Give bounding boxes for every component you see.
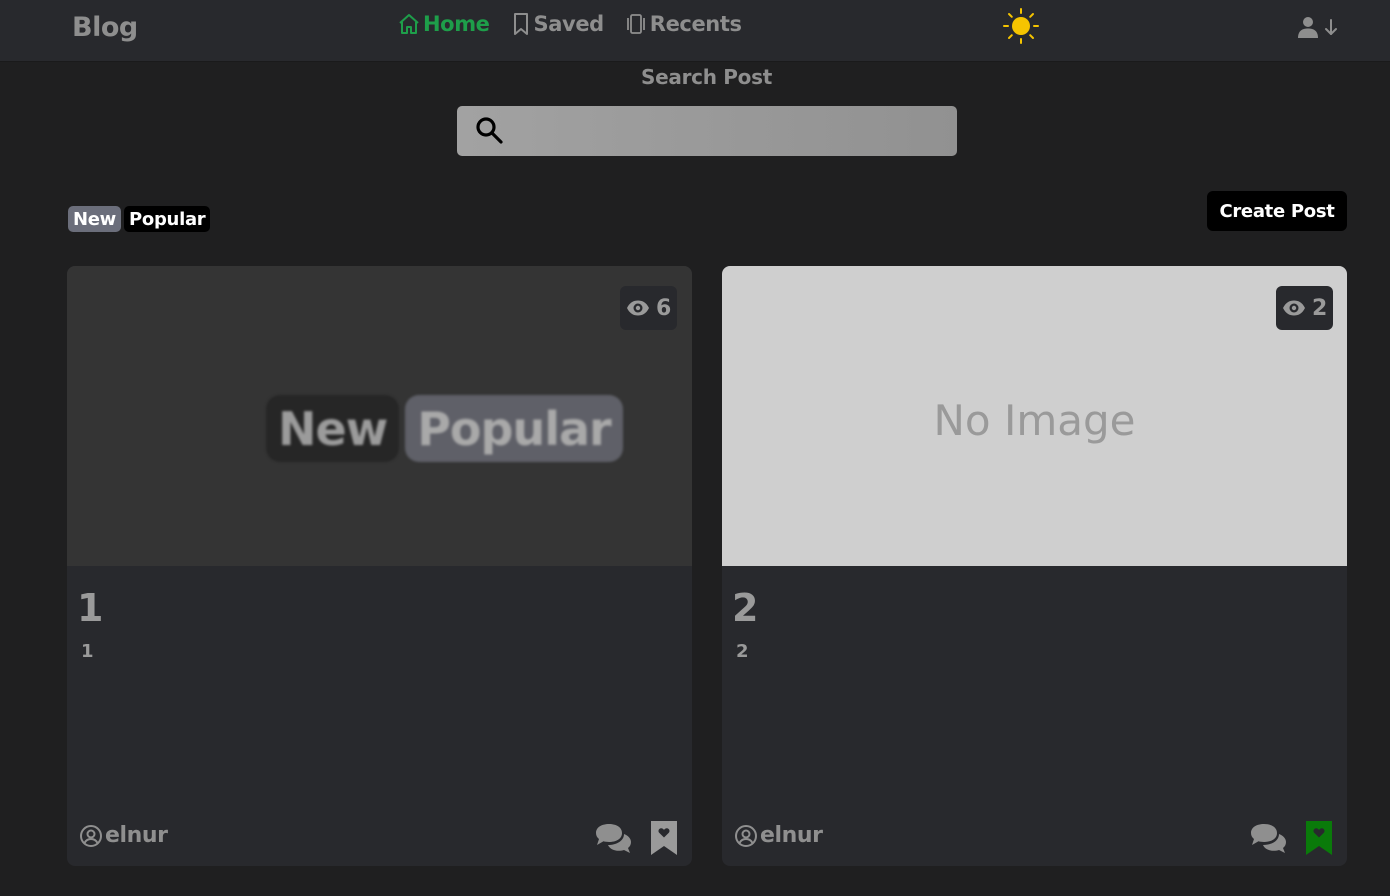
user-circle-icon [80,824,102,847]
comments-icon[interactable] [593,821,633,855]
post-image[interactable]: New Popular [67,266,692,566]
user-circle-icon [735,824,757,847]
nav-saved[interactable]: Saved [510,12,604,36]
post-card[interactable]: New Popular 6 1 1 elnur [67,266,692,866]
nav-recents-label: Recents [649,12,742,36]
user-icon [1298,17,1318,38]
view-count: 6 [656,295,672,321]
sun-icon [1003,8,1039,44]
post-actions [1248,819,1334,857]
nav-recents[interactable]: Recents [624,12,742,36]
nav-home-label: Home [423,12,490,36]
post-filters: New Popular [68,206,211,232]
search-box [457,106,957,156]
post-author[interactable]: elnur [79,823,168,848]
post-image-content: New Popular [266,395,623,462]
main-nav: Home Saved Recents [397,12,742,36]
post-author[interactable]: elnur [734,823,823,848]
comments-icon[interactable] [1248,821,1288,855]
search-icon[interactable] [473,114,507,148]
bookmark-icon [513,13,528,35]
view-count: 2 [1312,295,1328,321]
create-post-button[interactable]: Create Post [1207,191,1347,231]
arrow-down-icon [1325,19,1337,35]
no-image-placeholder: No Image [933,396,1136,445]
view-count-badge: 6 [620,286,678,330]
post-card[interactable]: No Image 2 2 2 elnur [722,266,1347,866]
post-author-name: elnur [760,823,823,848]
recents-icon [626,14,645,34]
search-label: Search Post [641,65,772,89]
bookmark-heart-icon[interactable] [1304,819,1334,857]
filter-new-button[interactable]: New [68,206,122,232]
search-input[interactable] [517,106,947,156]
filter-popular-button[interactable]: Popular [124,206,211,232]
view-count-badge: 2 [1276,286,1334,330]
brand-logo[interactable]: Blog [72,12,138,43]
post-image[interactable]: No Image [722,266,1347,566]
post-author-name: elnur [105,823,168,848]
eye-icon [1283,300,1305,316]
user-menu[interactable] [1297,16,1339,38]
image-text-new: New [266,395,400,462]
nav-home[interactable]: Home [397,12,490,36]
theme-toggle[interactable] [1002,7,1040,45]
post-actions [593,819,679,857]
post-title[interactable]: 1 [77,586,103,630]
image-text-popular: Popular [405,395,623,462]
eye-icon [627,300,649,316]
nav-saved-label: Saved [533,12,605,36]
top-navbar: Blog Home Saved Recents [0,0,1390,62]
post-title[interactable]: 2 [732,586,758,630]
post-body: 2 [736,641,749,662]
home-icon [399,14,419,34]
post-body: 1 [81,641,94,662]
bookmark-heart-icon[interactable] [649,819,679,857]
